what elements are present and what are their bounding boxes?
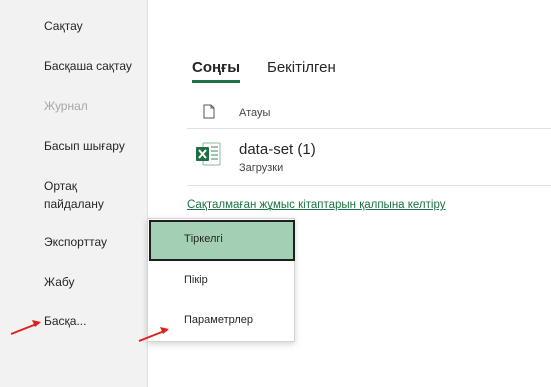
tab-pinned[interactable]: Бекітілген xyxy=(267,59,336,76)
annotation-arrow-icon xyxy=(138,327,169,342)
menu-item-account-label: Тіркелгі xyxy=(184,233,223,245)
sidebar-item-save-as[interactable]: Басқаша сақтау xyxy=(44,57,132,75)
recent-file-row[interactable]: data-set (1) Загрузки xyxy=(187,129,551,186)
sidebar-item-share[interactable]: Ортақ пайдалану xyxy=(44,177,124,213)
sidebar-item-export[interactable]: Экспорттау xyxy=(44,233,107,251)
sidebar-item-close[interactable]: Жабу xyxy=(44,273,75,291)
menu-item-feedback[interactable]: Пікір xyxy=(148,261,294,299)
sidebar-item-print[interactable]: Басып шығару xyxy=(44,137,125,155)
annotation-arrow-icon xyxy=(10,320,41,335)
sidebar-item-save[interactable]: Сақтау xyxy=(44,17,83,35)
recover-unsaved-workbooks-link[interactable]: Сақталмаған жұмыс кітаптарын қалпына кел… xyxy=(187,199,446,211)
tab-recent[interactable]: Соңғы xyxy=(192,59,240,76)
sidebar-item-history: Журнал xyxy=(44,99,88,113)
tab-active-indicator xyxy=(192,80,240,83)
document-icon xyxy=(203,104,215,124)
sidebar-item-more[interactable]: Басқа... xyxy=(44,312,86,330)
menu-item-feedback-label: Пікір xyxy=(184,274,208,286)
menu-item-options-label: Параметрлер xyxy=(184,314,254,326)
column-name-header[interactable]: Атауы xyxy=(239,107,270,119)
excel-icon xyxy=(195,141,221,172)
menu-item-account[interactable]: Тіркелгі xyxy=(149,220,295,261)
file-list-header: Атауы xyxy=(187,96,551,129)
file-location: Загрузки xyxy=(239,162,284,174)
file-name: data-set (1) xyxy=(239,141,316,158)
